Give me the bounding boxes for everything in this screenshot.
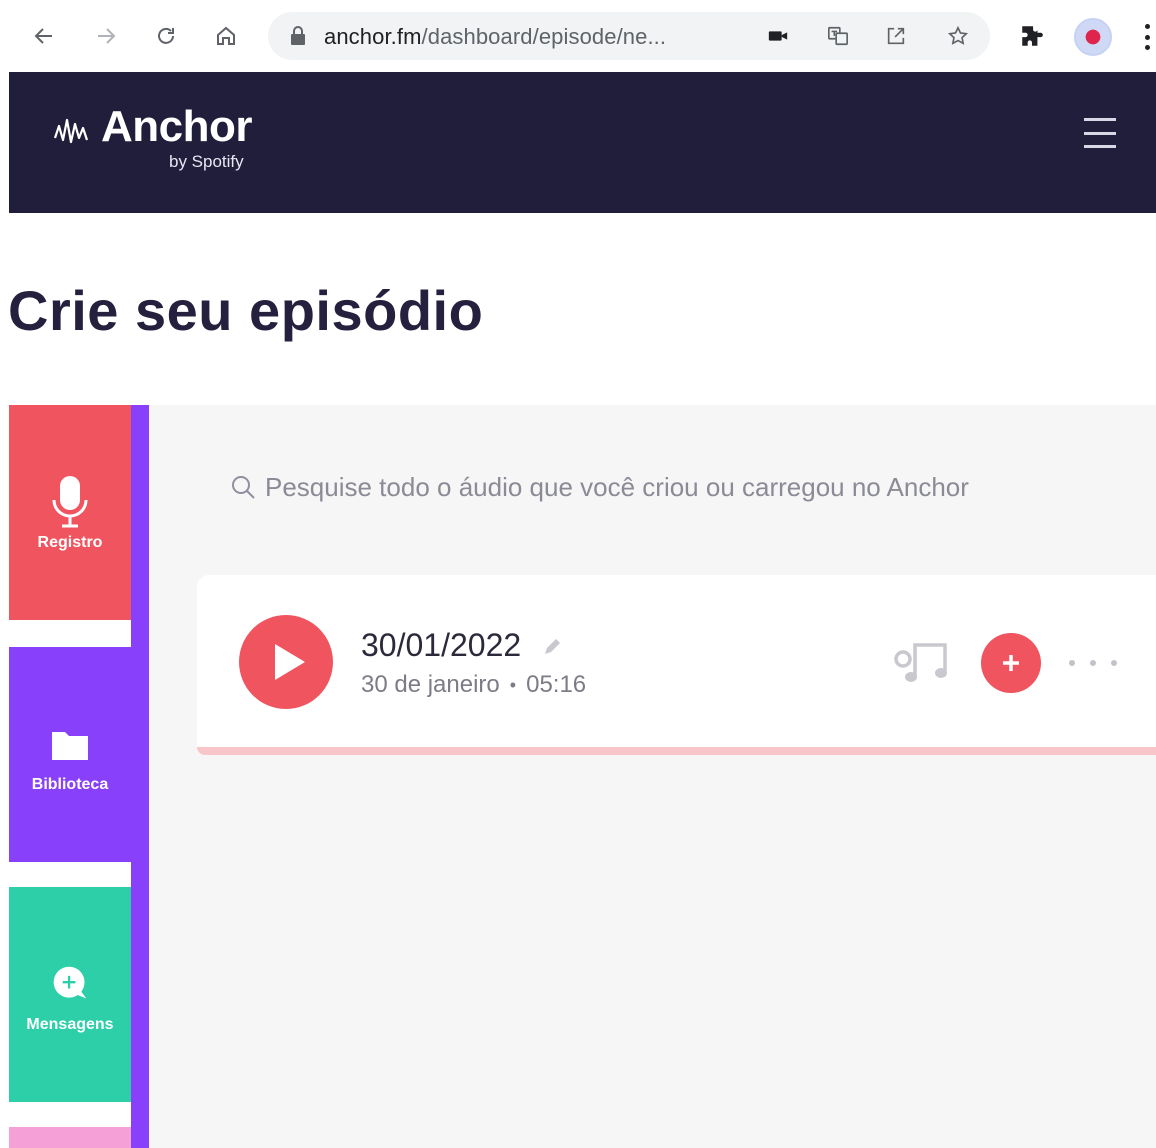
menu-icon[interactable]	[1138, 22, 1156, 52]
episode-meta: 30 de janeiro • 05:16	[361, 671, 586, 699]
url-text[interactable]: anchor.fm/dashboard/episode/ne...	[324, 24, 666, 50]
tool-record-label: Registro	[37, 533, 103, 551]
tool-record-button[interactable]: Registro	[9, 405, 131, 620]
profile-avatar[interactable]	[1074, 18, 1112, 56]
audio-search[interactable]	[229, 467, 1149, 507]
star-icon[interactable]	[944, 22, 972, 50]
tool-library-label: Biblioteca	[31, 775, 109, 793]
tool-library-button[interactable]: Biblioteca	[9, 647, 131, 862]
play-button[interactable]	[239, 615, 333, 709]
more-icon[interactable]	[1069, 653, 1117, 673]
lock-icon[interactable]	[290, 26, 306, 46]
rail-divider	[9, 1102, 131, 1127]
reload-icon[interactable]	[148, 16, 184, 56]
meta-separator: •	[509, 675, 517, 696]
episode-date: 30 de janeiro	[361, 671, 500, 698]
hamburger-icon[interactable]	[1084, 118, 1116, 148]
add-icon	[1003, 655, 1019, 671]
segment-progress-bar	[197, 747, 1156, 755]
episode-segment-card[interactable]: 30/01/2022 30 de janeiro • 05:16	[197, 575, 1156, 755]
logo-text: Anchor	[101, 102, 253, 151]
episode-builder: Registro Biblioteca Mensagens Pesquise t…	[9, 405, 1156, 1148]
browser-toolbar: anchor.fm/dashboard/episode/ne...	[0, 0, 1156, 72]
tool-messages-button[interactable]: Mensagens	[9, 887, 131, 1102]
tool-more-button[interactable]	[9, 1127, 131, 1148]
folder-icon	[50, 716, 90, 772]
rail-divider	[9, 620, 131, 647]
address-bar[interactable]: anchor.fm/dashboard/episode/ne...	[268, 12, 990, 60]
play-icon	[275, 644, 305, 680]
page-title: Crie seu episódio	[8, 279, 484, 342]
extensions-icon[interactable]	[1014, 18, 1050, 54]
anchor-logo-icon	[53, 118, 89, 144]
message-plus-icon	[50, 956, 90, 1012]
share-icon[interactable]	[882, 22, 910, 50]
logo-subtitle: by Spotify	[169, 152, 244, 171]
camera-icon[interactable]	[764, 22, 792, 50]
microphone-icon	[50, 474, 90, 530]
tool-messages-label: Mensagens	[26, 1015, 114, 1033]
episode-duration: 05:16	[526, 671, 587, 698]
translate-icon[interactable]	[824, 22, 852, 50]
search-icon	[232, 476, 255, 499]
rail-divider	[9, 862, 131, 887]
url-host: anchor.fm	[324, 24, 422, 49]
search-input[interactable]	[265, 471, 1145, 503]
edit-pencil-icon[interactable]	[542, 637, 562, 657]
site-header: Anchor by Spotify	[9, 72, 1156, 213]
music-icon[interactable]	[891, 637, 953, 687]
episode-title: 30/01/2022	[361, 627, 522, 663]
url-path: /dashboard/episode/ne...	[421, 24, 667, 49]
tools-rail: Registro Biblioteca Mensagens	[9, 405, 149, 1148]
back-icon[interactable]	[26, 16, 62, 56]
home-icon[interactable]	[208, 16, 244, 56]
anchor-logo[interactable]: Anchor by Spotify	[53, 102, 273, 182]
add-button[interactable]	[981, 633, 1041, 693]
screen: anchor.fm/dashboard/episode/ne... Anchor…	[0, 0, 1156, 1148]
forward-icon[interactable]	[88, 16, 124, 56]
